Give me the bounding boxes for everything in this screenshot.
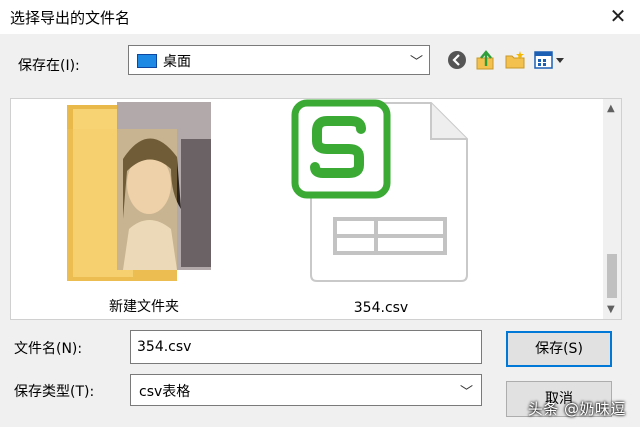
watermark: 头条 @奶味逗 (527, 400, 626, 418)
desktop-icon (137, 54, 157, 68)
file-list[interactable]: 新建文件夹 354.csv ▲ ▼ (10, 98, 622, 320)
scroll-down-icon[interactable]: ▼ (607, 304, 615, 315)
save-in-label: 保存在(I): (18, 58, 80, 74)
location-value: 桌面 (163, 54, 191, 70)
csv-file-icon (291, 99, 468, 282)
new-folder-icon[interactable] (504, 49, 526, 71)
file-item-label: 新建文件夹 (109, 299, 179, 315)
back-arrow-icon[interactable] (446, 49, 468, 71)
chevron-down-icon: ﹀ (409, 55, 423, 70)
close-icon[interactable]: ✕ (606, 4, 630, 28)
file-item-csv[interactable]: 354.csv (281, 99, 481, 319)
folder-icon (67, 102, 211, 281)
title-bar: 选择导出的文件名 ✕ (0, 0, 640, 34)
location-dropdown[interactable]: 桌面 ﹀ (128, 45, 430, 75)
filename-label: 文件名(N): (14, 341, 83, 357)
filetype-dropdown[interactable]: csv表格 ﹀ (130, 374, 482, 406)
filetype-value: csv表格 (139, 384, 191, 400)
vertical-scrollbar[interactable]: ▲ ▼ (603, 99, 621, 319)
scroll-thumb[interactable] (607, 254, 617, 298)
chevron-down-icon: ﹀ (459, 385, 473, 400)
filetype-label: 保存类型(T): (14, 384, 95, 400)
up-folder-icon[interactable] (474, 49, 496, 71)
view-menu-icon[interactable] (533, 49, 567, 71)
save-button[interactable]: 保存(S) (506, 331, 612, 367)
file-item-folder[interactable]: 新建文件夹 (59, 99, 229, 319)
file-item-label: 354.csv (353, 300, 409, 316)
scroll-up-icon[interactable]: ▲ (607, 103, 615, 114)
dialog-title: 选择导出的文件名 (10, 9, 131, 27)
filename-input[interactable] (130, 330, 482, 364)
